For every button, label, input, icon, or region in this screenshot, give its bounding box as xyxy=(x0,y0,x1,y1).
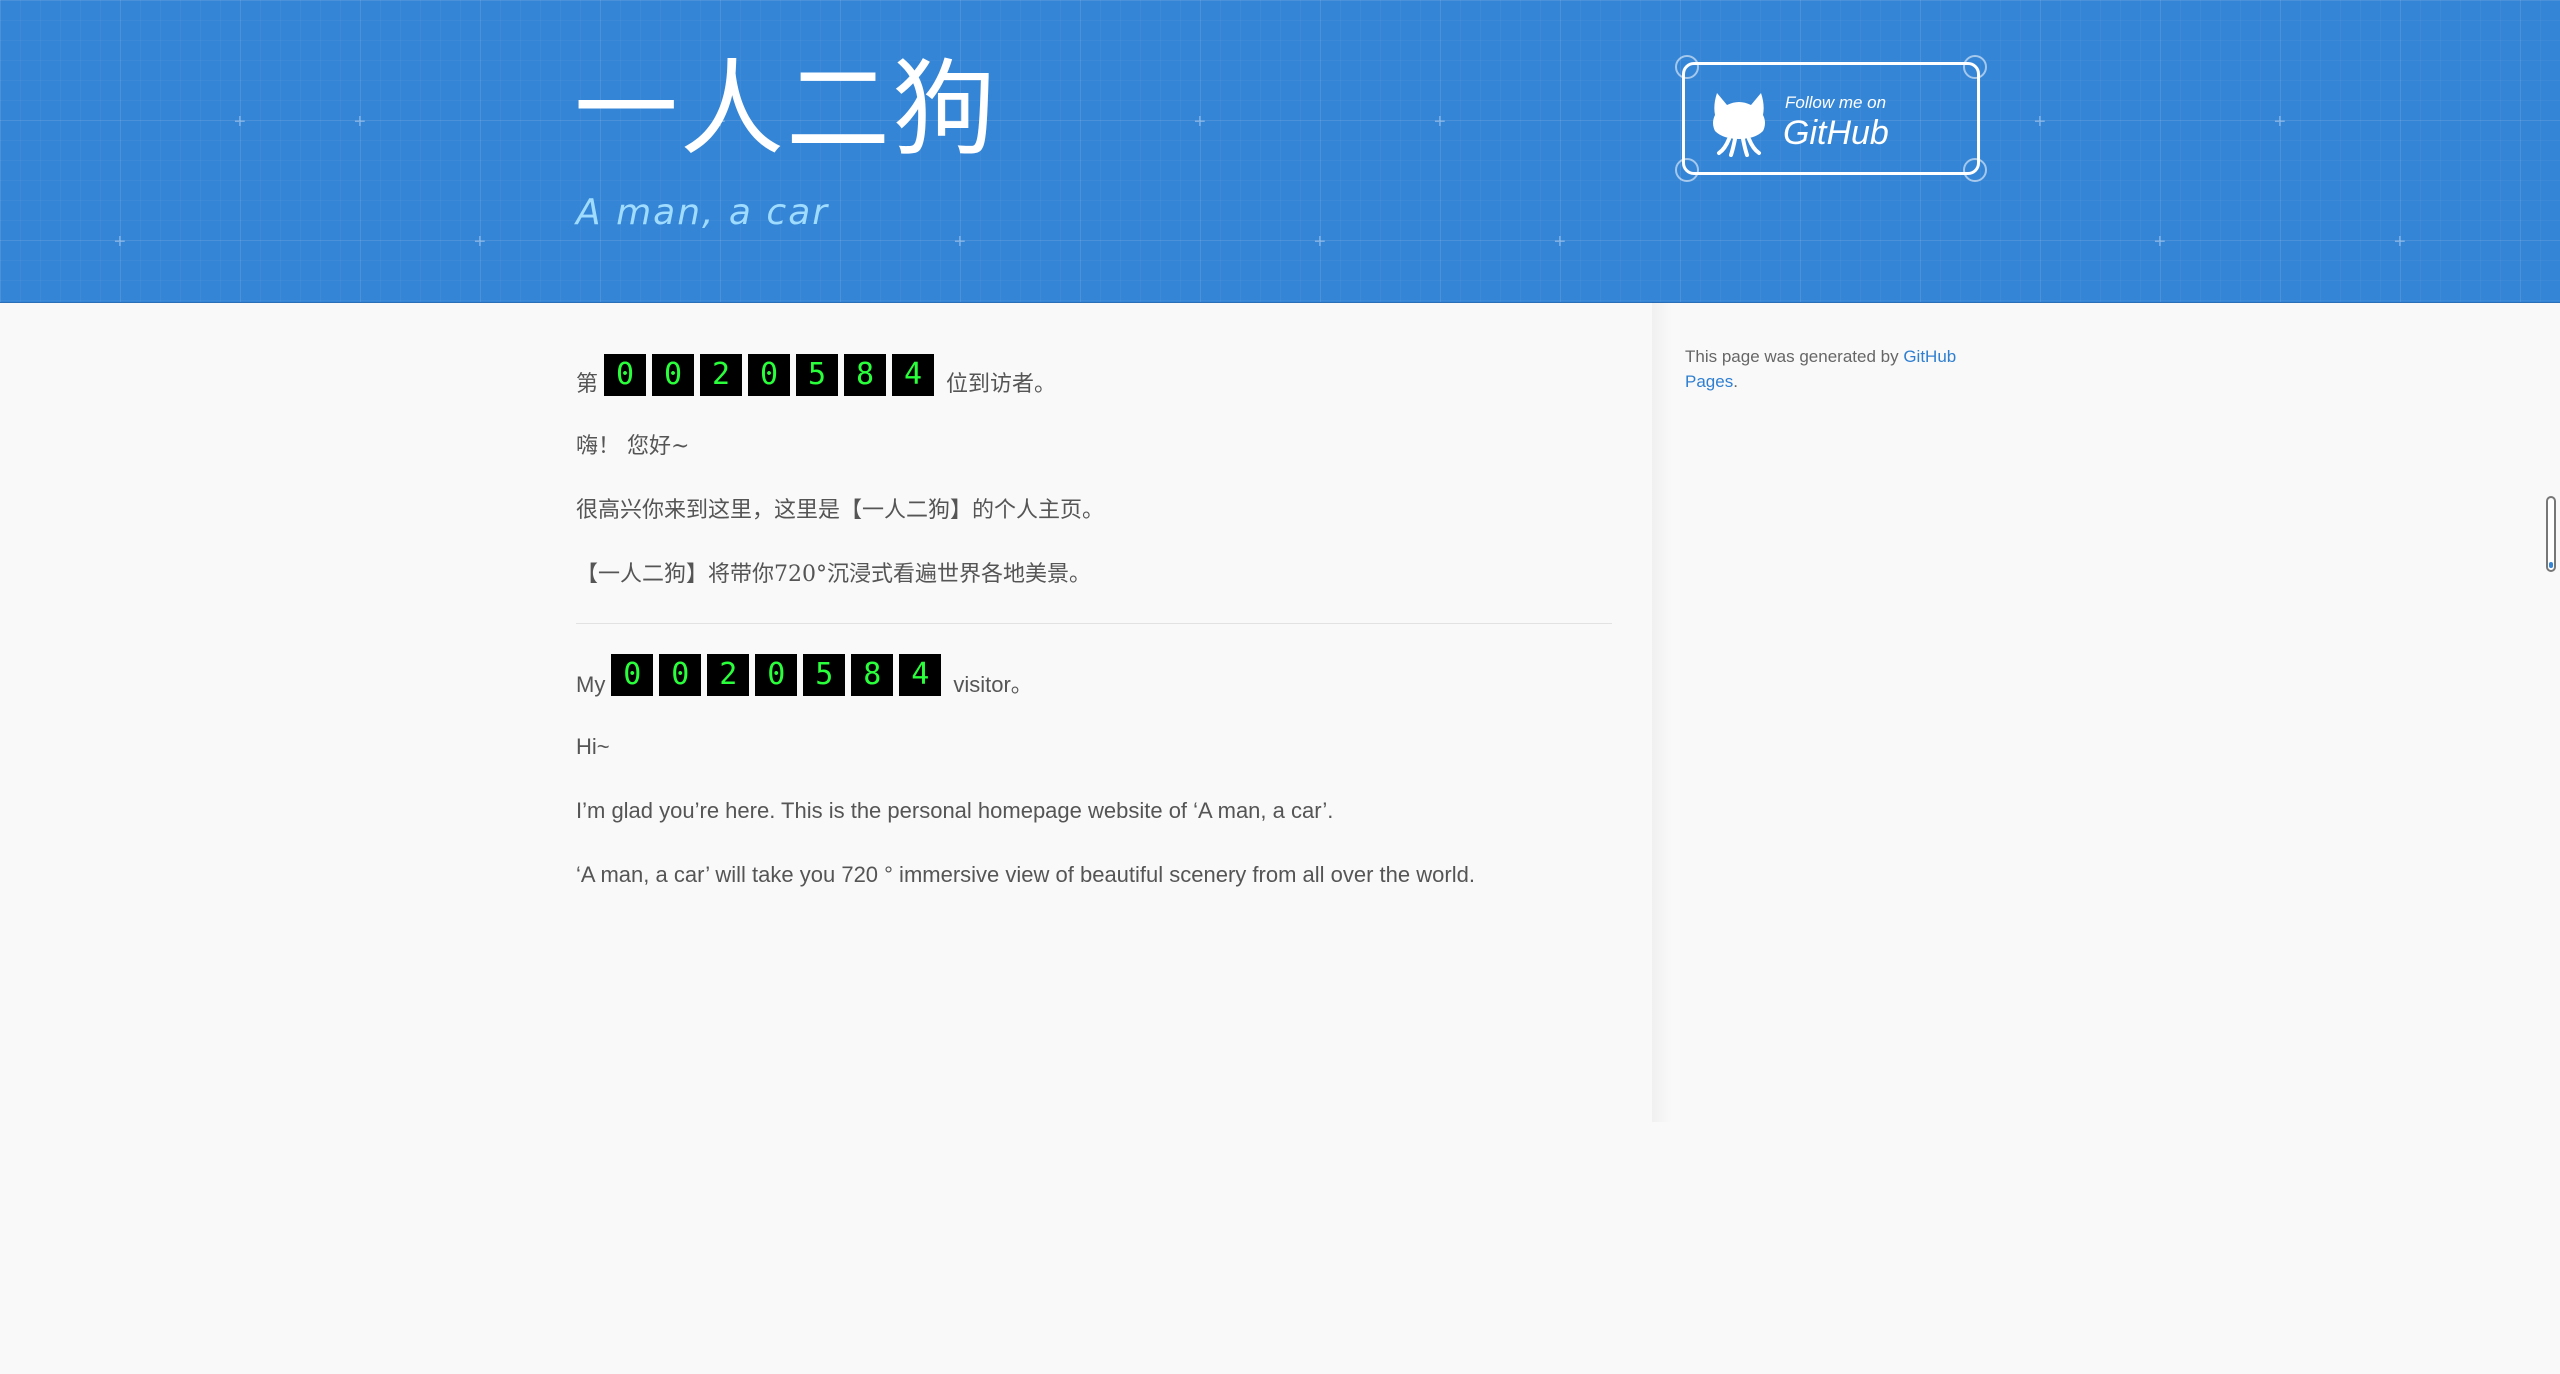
welcome-en: I’m glad you’re here. This is the person… xyxy=(576,798,1334,823)
generated-by-suffix: . xyxy=(1733,372,1738,391)
page-scrollbar[interactable] xyxy=(2546,496,2556,572)
grid-plus-decoration: + xyxy=(2394,231,2406,253)
counter-digit: 4 xyxy=(892,354,935,396)
sidebar-shadow xyxy=(1652,302,1672,1122)
tagline-en: ‘A man, a car’ will take you 720 ° immer… xyxy=(576,862,1475,887)
grid-plus-decoration: + xyxy=(1434,111,1446,133)
visitor-count-line-zh: 第 0 0 2 0 5 8 4 位到访者。 xyxy=(576,354,1057,400)
site-title: 一人二狗 xyxy=(574,48,999,170)
generated-by-text: This page was generated by xyxy=(1685,347,1904,366)
counter-digit: 8 xyxy=(851,654,894,696)
visitor-count-line-en: My 0 0 2 0 5 8 4 visitor。 xyxy=(576,654,1033,700)
section-divider xyxy=(576,623,1612,624)
grid-plus-decoration: + xyxy=(234,111,246,133)
counter-digit: 0 xyxy=(755,654,798,696)
counter-digit: 0 xyxy=(604,354,647,396)
grid-plus-decoration: + xyxy=(1194,111,1206,133)
grid-plus-decoration: + xyxy=(2034,111,2046,133)
grid-plus-decoration: + xyxy=(114,231,126,253)
button-corner-decoration xyxy=(1675,55,1699,79)
site-header: + + + + + + + + + + + + + + 一人二狗 A man, … xyxy=(0,0,2560,303)
counter-digit: 5 xyxy=(796,354,839,396)
follow-me-label: Follow me on xyxy=(1785,93,1887,112)
site-subtitle: A man, a car xyxy=(576,192,830,233)
counter-prefix-zh: 第 xyxy=(576,372,599,397)
grid-plus-decoration: + xyxy=(954,231,966,253)
counter-suffix-zh: 位到访者。 xyxy=(946,372,1057,397)
grid-plus-decoration: + xyxy=(2154,231,2166,253)
visitor-counter: 0020584 xyxy=(611,654,947,696)
greeting-zh: 嗨！ 您好~ xyxy=(576,434,690,459)
counter-suffix-en: visitor。 xyxy=(953,672,1033,697)
counter-digit: 2 xyxy=(700,354,743,396)
counter-digit: 4 xyxy=(899,654,942,696)
github-wordmark: GitHub xyxy=(1783,114,1889,152)
octocat-icon xyxy=(1709,89,1769,157)
grid-plus-decoration: + xyxy=(2274,111,2286,133)
counter-digit: 0 xyxy=(748,354,791,396)
counter-digit: 5 xyxy=(803,654,846,696)
grid-plus-decoration: + xyxy=(354,111,366,133)
grid-plus-decoration: + xyxy=(1554,231,1566,253)
greeting-en: Hi~ xyxy=(576,734,610,759)
grid-plus-decoration: + xyxy=(474,231,486,253)
sidebar: This page was generated by GitHub Pages. xyxy=(1685,344,1985,394)
tagline-zh: 【一人二狗】将带你720°沉浸式看遍世界各地美景。 xyxy=(576,562,1091,587)
counter-digit: 0 xyxy=(659,654,702,696)
visitor-counter: 0020584 xyxy=(604,354,940,396)
grid-plus-decoration: + xyxy=(1314,231,1326,253)
welcome-zh: 很高兴你来到这里，这里是【一人二狗】的个人主页。 xyxy=(576,498,1105,523)
counter-digit: 2 xyxy=(707,654,750,696)
counter-prefix-en: My xyxy=(576,672,606,697)
button-corner-decoration xyxy=(1963,55,1987,79)
counter-digit: 0 xyxy=(611,654,654,696)
counter-digit: 0 xyxy=(652,354,695,396)
follow-on-github-button[interactable]: Follow me on GitHub xyxy=(1675,55,1987,182)
button-corner-decoration xyxy=(1675,158,1699,182)
button-corner-decoration xyxy=(1963,158,1987,182)
counter-digit: 8 xyxy=(844,354,887,396)
